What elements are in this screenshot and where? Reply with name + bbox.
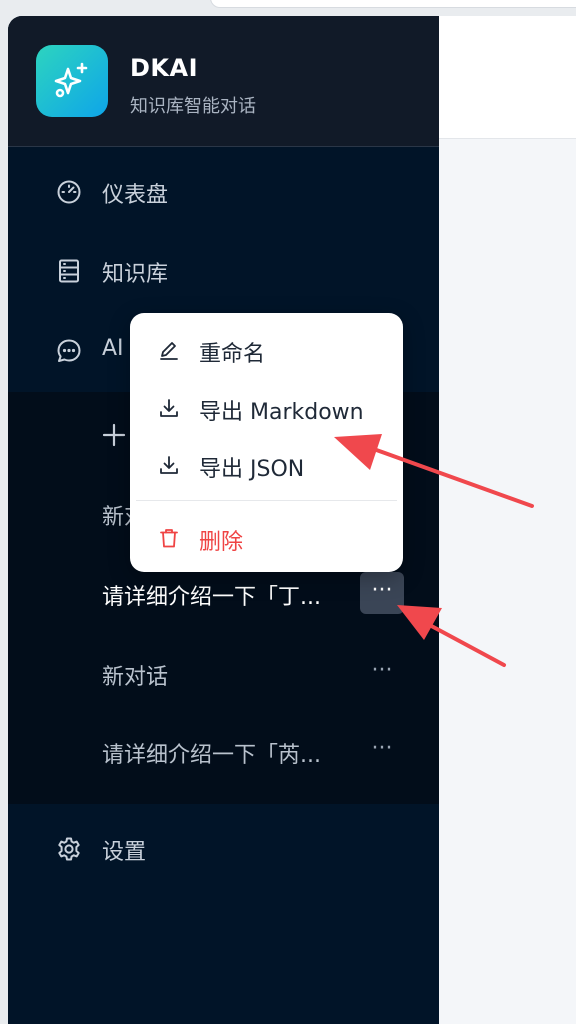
main-content-area — [439, 139, 576, 1024]
more-options-button[interactable]: ··· — [360, 652, 404, 694]
menu-divider — [136, 500, 397, 501]
nav-item-dashboard[interactable]: 仪表盘 — [8, 161, 439, 221]
menu-label-export-markdown: 导出 Markdown — [199, 400, 364, 425]
more-options-button[interactable]: ··· — [360, 730, 404, 772]
more-options-button[interactable]: ··· — [360, 572, 404, 614]
sparkle-icon — [54, 62, 88, 98]
menu-label-delete: 删除 — [199, 530, 244, 555]
nav-label-dashboard: 仪表盘 — [102, 183, 169, 208]
download-icon — [160, 456, 178, 474]
menu-item-export-json[interactable]: 导出 JSON — [130, 437, 403, 493]
conversation-item-2[interactable]: 新对话 ··· — [8, 643, 439, 703]
brand-subtitle: 知识库智能对话 — [130, 96, 256, 117]
brand-header: DKAI 知识库智能对话 — [8, 16, 439, 147]
gauge-icon — [57, 180, 81, 204]
conversation-item-1[interactable]: 请详细介绍一下「丁... ··· — [8, 563, 439, 623]
menu-label-export-json: 导出 JSON — [199, 457, 305, 482]
nav-label-knowledge: 知识库 — [102, 262, 169, 287]
brand-name: DKAI — [130, 54, 199, 82]
conversation-title: 请详细介绍一下「芮... — [102, 743, 321, 768]
gear-icon — [58, 837, 80, 861]
nav-label-settings: 设置 — [102, 840, 147, 865]
conversation-title: 请详细介绍一下「丁... — [102, 585, 321, 610]
nav-label-ai-chat: AI — [102, 336, 124, 361]
menu-item-delete[interactable]: 删除 — [130, 510, 403, 566]
pencil-icon — [160, 342, 178, 360]
main-header — [439, 16, 576, 139]
plus-icon — [102, 423, 126, 447]
menu-label-rename: 重命名 — [199, 342, 266, 367]
download-icon — [160, 399, 178, 417]
conversation-context-menu: 重命名 导出 Markdown 导出 JSON 删除 — [130, 313, 403, 572]
nav-item-knowledge[interactable]: 知识库 — [8, 240, 439, 300]
top-search-bar-edge — [210, 0, 576, 8]
database-icon — [59, 259, 79, 283]
menu-item-rename[interactable]: 重命名 — [130, 322, 403, 378]
trash-icon — [160, 529, 178, 548]
chat-bubble-icon — [57, 339, 81, 362]
menu-item-export-markdown[interactable]: 导出 Markdown — [130, 380, 403, 436]
conversation-item-3[interactable]: 请详细介绍一下「芮... ··· — [8, 721, 439, 781]
app-logo — [36, 45, 108, 117]
nav-item-settings[interactable]: 设置 — [8, 818, 439, 878]
conversation-title: 新对话 — [102, 665, 169, 690]
